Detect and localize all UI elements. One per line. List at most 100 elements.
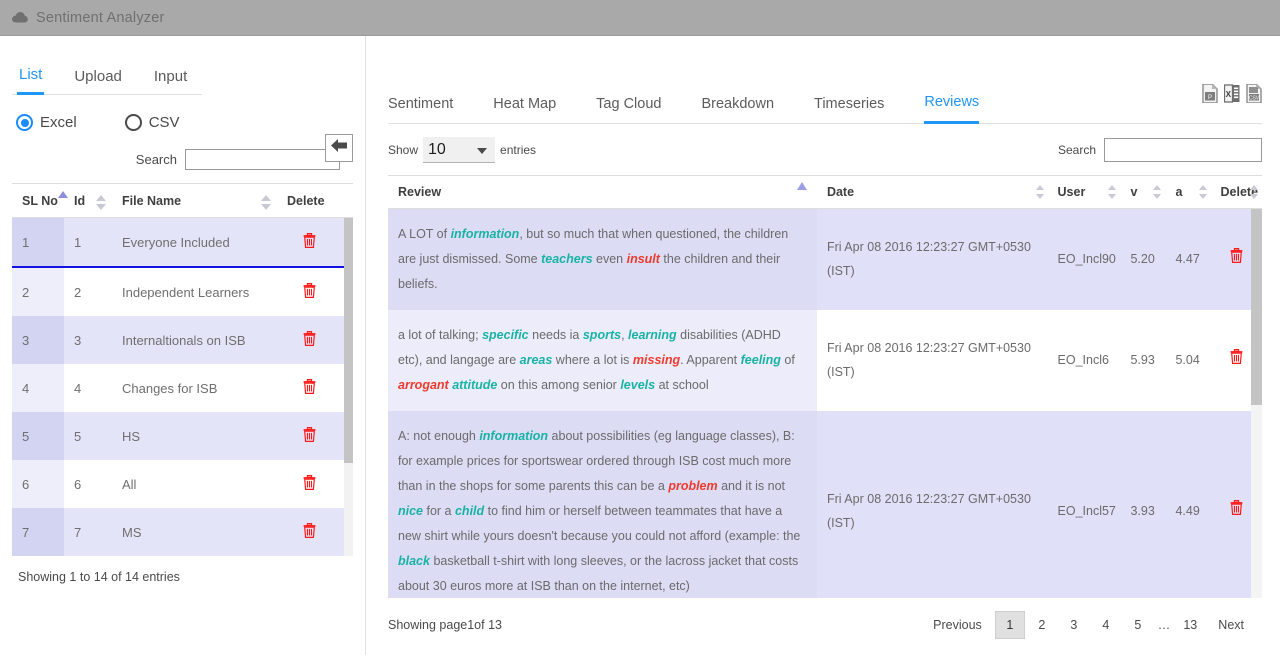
pagination-previous[interactable]: Previous	[921, 612, 994, 638]
trash-icon[interactable]	[1230, 248, 1243, 271]
table-row[interactable]: A LOT of information, but so much that w…	[388, 209, 1262, 310]
tab-breakdown[interactable]: Breakdown	[701, 92, 774, 123]
entries-per-page-value: 10	[428, 141, 446, 159]
reviews-column-date[interactable]: Date	[817, 176, 1048, 209]
negative-keyword: missing	[633, 353, 680, 367]
positive-keyword: learning	[628, 328, 677, 342]
tab-reviews[interactable]: Reviews	[924, 90, 979, 124]
sidebar-search-input[interactable]	[185, 149, 340, 170]
tab-timeseries[interactable]: Timeseries	[814, 92, 884, 123]
pagination-page-13[interactable]: 13	[1175, 612, 1205, 638]
tab-heat-map[interactable]: Heat Map	[493, 92, 556, 123]
pagination-page-1[interactable]: 1	[995, 611, 1025, 639]
pagination-next[interactable]: Next	[1206, 612, 1256, 638]
reviews-column-user[interactable]: User	[1048, 176, 1121, 209]
cell-valence: 5.20	[1120, 209, 1165, 310]
table-row[interactable]: 11Everyone Included	[12, 218, 353, 267]
trash-icon[interactable]	[303, 283, 316, 301]
sort-asc-icon	[797, 182, 807, 190]
table-row[interactable]: a lot of talking; specific needs ia spor…	[388, 310, 1262, 411]
files-column-delete[interactable]: Delete	[277, 184, 353, 218]
cell-id: 4	[64, 364, 112, 412]
files-table-head: SL No Id File Name	[12, 184, 353, 218]
cell-file-name: Changes for ISB	[112, 364, 277, 412]
reviews-column-v[interactable]: v	[1120, 176, 1165, 209]
main-panel: P X CS	[366, 36, 1280, 655]
trash-icon[interactable]	[303, 475, 316, 493]
table-row[interactable]: 44Changes for ISB	[12, 364, 353, 412]
sort-desc-icon	[1250, 194, 1258, 199]
table-row[interactable]: A: not enough information about possibil…	[388, 411, 1262, 598]
table-row[interactable]: 66All	[12, 460, 353, 508]
radio-csv-indicator[interactable]	[125, 114, 142, 131]
trash-icon[interactable]	[303, 331, 316, 349]
reviews-scrollbar-thumb[interactable]	[1251, 209, 1262, 405]
cell-delete[interactable]	[277, 412, 353, 460]
cell-arousal: 5.04	[1165, 310, 1210, 411]
cell-file-name: All	[112, 460, 277, 508]
reviews-search-input[interactable]	[1104, 138, 1262, 162]
reviews-table-scroll-area[interactable]: A LOT of information, but so much that w…	[388, 209, 1262, 598]
files-scrollbar-thumb[interactable]	[344, 218, 353, 463]
files-table-scrollbar[interactable]	[344, 218, 353, 556]
tab-tag-cloud[interactable]: Tag Cloud	[596, 92, 661, 123]
reviews-search-label: Search	[1058, 143, 1096, 157]
pagination-page-5[interactable]: 5	[1123, 612, 1153, 638]
cell-date: Fri Apr 08 2016 12:23:27 GMT+0530 (IST)	[817, 310, 1048, 411]
export-excel-button[interactable]: X	[1224, 84, 1240, 108]
sidebar-tab-upload[interactable]: Upload	[72, 64, 124, 94]
cell-valence: 5.93	[1120, 310, 1165, 411]
sort-asc-icon	[96, 195, 106, 201]
cell-delete[interactable]	[277, 218, 353, 267]
files-column-file-name[interactable]: File Name	[112, 184, 277, 218]
collapse-sidebar-button[interactable]	[325, 134, 353, 162]
entries-per-page-select[interactable]: 10	[423, 137, 495, 163]
show-entries-prefix: Show	[388, 143, 418, 157]
radio-option-excel[interactable]: Excel	[16, 114, 77, 131]
files-table-scroll-area[interactable]: 11Everyone Included22Independent Learner…	[12, 218, 353, 556]
table-row[interactable]: 33Internaltionals on ISB	[12, 316, 353, 364]
cell-delete[interactable]	[277, 316, 353, 364]
cell-delete[interactable]	[277, 267, 353, 316]
trash-icon[interactable]	[303, 427, 316, 445]
cell-delete[interactable]	[277, 364, 353, 412]
sidebar-search-row: Search	[12, 149, 353, 170]
files-column-id[interactable]: Id	[64, 184, 112, 218]
sidebar-tab-list[interactable]: List	[17, 62, 44, 95]
files-column-id-label: Id	[74, 194, 85, 208]
cell-delete[interactable]	[277, 460, 353, 508]
reviews-column-a-label: a	[1175, 185, 1182, 199]
cell-file-name: MS	[112, 508, 277, 556]
table-row[interactable]: 22Independent Learners	[12, 267, 353, 316]
radio-excel-indicator[interactable]	[16, 114, 33, 131]
export-csv-button[interactable]: CSV	[1246, 84, 1262, 108]
tab-sentiment[interactable]: Sentiment	[388, 92, 453, 123]
sidebar-tab-input[interactable]: Input	[152, 64, 189, 94]
reviews-column-delete[interactable]: Delete	[1211, 176, 1263, 209]
trash-icon[interactable]	[303, 379, 316, 397]
table-row[interactable]: 55HS	[12, 412, 353, 460]
export-pdf-button[interactable]: P	[1202, 84, 1218, 108]
positive-keyword: feeling	[741, 353, 781, 367]
pagination-page-2[interactable]: 2	[1027, 612, 1057, 638]
pagination-page-3[interactable]: 3	[1059, 612, 1089, 638]
trash-icon[interactable]	[303, 523, 316, 541]
cell-delete[interactable]	[277, 508, 353, 556]
negative-keyword: insult	[627, 252, 660, 266]
table-row[interactable]: 77MS	[12, 508, 353, 556]
reviews-table-head: Review Date User	[388, 176, 1262, 209]
trash-icon[interactable]	[1230, 500, 1243, 523]
files-table: SL No Id File Name	[12, 184, 353, 218]
pagination-page-4[interactable]: 4	[1091, 612, 1121, 638]
trash-icon[interactable]	[303, 233, 316, 251]
reviews-column-review[interactable]: Review	[388, 176, 817, 209]
positive-keyword: specific	[482, 328, 529, 342]
window-title: Sentiment Analyzer	[36, 10, 165, 26]
cell-arousal: 4.47	[1165, 209, 1210, 310]
files-column-sl-no[interactable]: SL No	[12, 184, 64, 218]
reviews-column-a[interactable]: a	[1165, 176, 1210, 209]
cell-user: EO_Incl6	[1048, 310, 1121, 411]
radio-option-csv[interactable]: CSV	[125, 114, 180, 131]
trash-icon[interactable]	[1230, 349, 1243, 372]
reviews-table-scrollbar[interactable]	[1251, 209, 1262, 598]
